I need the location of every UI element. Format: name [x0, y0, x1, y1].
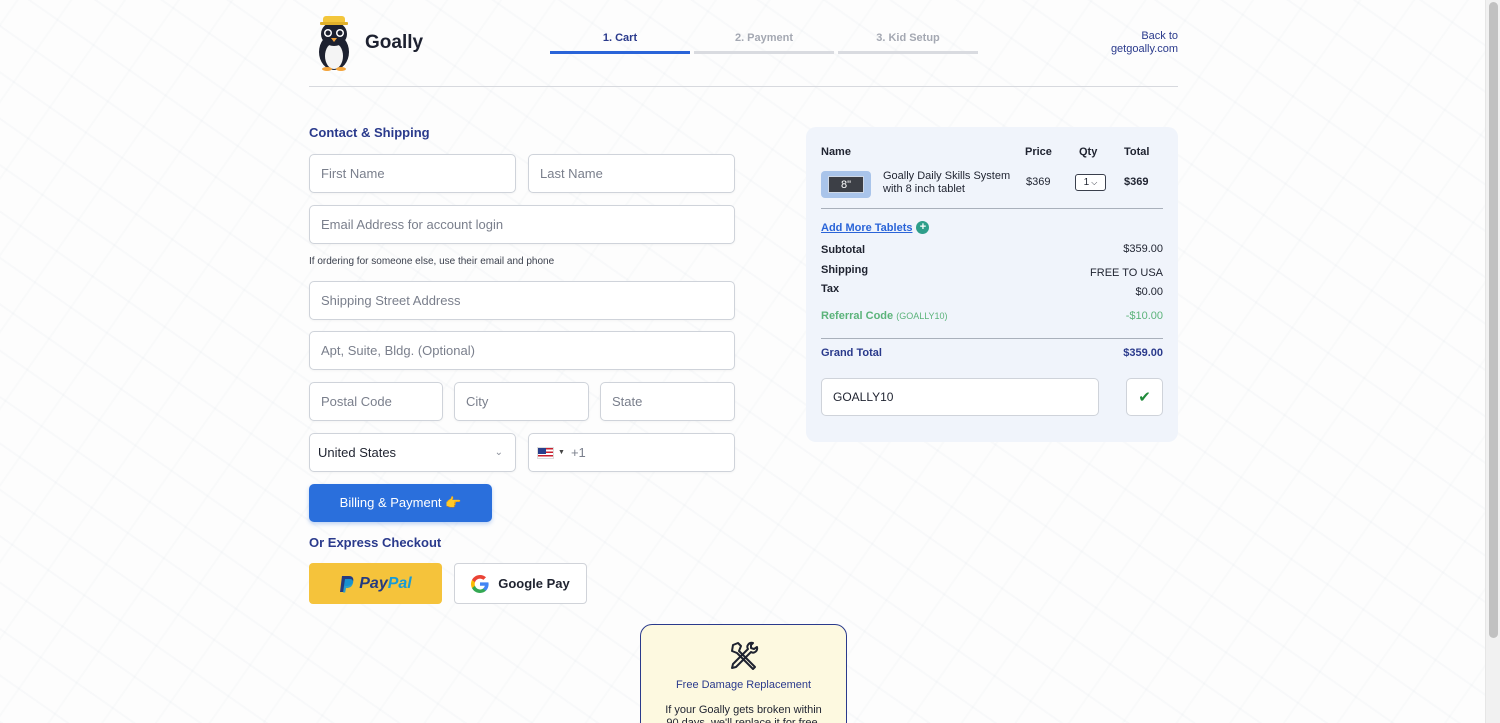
paypal-button[interactable]: PayPal: [309, 563, 442, 604]
quantity-select[interactable]: 1 ⌵: [1075, 174, 1106, 191]
postal-code-input[interactable]: Postal Code: [309, 382, 443, 421]
postal-placeholder: Postal Code: [321, 394, 392, 409]
step-payment[interactable]: 2. Payment: [694, 32, 834, 54]
subtotal-label: Subtotal: [821, 244, 865, 256]
shipping-label: Shipping: [821, 264, 869, 276]
col-header-name: Name: [821, 146, 851, 158]
product-price: $369: [1026, 176, 1051, 188]
us-flag-icon: [537, 446, 554, 459]
tablet-thumbnail: 8": [821, 171, 871, 198]
state-input[interactable]: State: [600, 382, 735, 421]
tools-icon: [731, 641, 759, 670]
step-progress-bar: [694, 51, 834, 54]
street-placeholder: Shipping Street Address: [321, 293, 461, 308]
city-input[interactable]: City: [454, 382, 589, 421]
penguin-mascot-icon: [319, 16, 349, 71]
paypal-wordmark-pay: Pay: [359, 574, 388, 592]
checkout-steps: 1. Cart 2. Payment 3. Kid Setup: [550, 32, 978, 54]
phone-prefix: +1: [570, 445, 586, 460]
apt-suite-input[interactable]: Apt, Suite, Bldg. (Optional): [309, 331, 735, 370]
back-link-line2: getgoally.com: [1110, 43, 1178, 55]
damage-replacement-body: If your Goally gets broken within 90 day…: [665, 704, 822, 723]
back-to-site-link[interactable]: Back to getgoally.com: [1111, 30, 1178, 56]
col-header-qty: Qty: [1079, 146, 1098, 158]
back-link-line1: Back to: [1141, 30, 1178, 42]
col-header-price: Price: [1025, 146, 1052, 158]
step-kid-setup[interactable]: 3. Kid Setup: [838, 32, 978, 54]
subtotal-value: $359.00: [1123, 243, 1163, 255]
first-name-placeholder: First Name: [321, 166, 385, 181]
street-address-input[interactable]: Shipping Street Address: [309, 281, 735, 320]
chevron-down-icon: ⌄: [494, 447, 503, 458]
paypal-logo-icon: [340, 575, 354, 592]
shipping-value: FREE TO USA: [1090, 267, 1163, 279]
google-logo-icon: [471, 574, 489, 593]
order-summary: Name Price Qty Total 8" Goally Daily Ski…: [806, 127, 1178, 442]
quantity-value: 1: [1083, 177, 1090, 188]
contact-shipping-form: Contact & Shipping First Name Last Name …: [309, 125, 735, 604]
add-more-tablets[interactable]: Add More Tablets +: [821, 221, 930, 234]
chevron-down-icon: ⌵: [1091, 177, 1098, 187]
promo-code-value: GOALLY10: [833, 390, 894, 404]
promo-code-input[interactable]: GOALLY10: [821, 378, 1099, 416]
tax-label: Tax: [821, 283, 840, 295]
damage-replacement-title: Free Damage Replacement: [675, 679, 812, 691]
apply-promo-button[interactable]: ✔: [1126, 378, 1163, 416]
page-scrollbar[interactable]: [1485, 0, 1500, 723]
tax-value: $0.00: [1135, 286, 1163, 298]
phone-input[interactable]: ▼ +1: [528, 433, 735, 472]
country-select[interactable]: United States ⌄: [309, 433, 516, 472]
divider: [821, 208, 1163, 209]
step-progress-bar: [838, 51, 978, 54]
express-checkout-title: Or Express Checkout: [309, 535, 442, 550]
paypal-wordmark: PayPal: [359, 575, 411, 593]
logo[interactable]: Goally: [309, 14, 423, 72]
step-label: 1. Cart: [602, 32, 638, 44]
email-placeholder: Email Address for account login: [321, 217, 504, 232]
scrollbar-thumb[interactable]: [1489, 2, 1498, 638]
step-label: 2. Payment: [734, 32, 794, 44]
last-name-input[interactable]: Last Name: [528, 154, 735, 193]
product-total: $369: [1124, 176, 1149, 188]
email-input[interactable]: Email Address for account login: [309, 205, 735, 244]
plus-circle-icon[interactable]: +: [916, 221, 930, 234]
state-placeholder: State: [612, 394, 643, 409]
billing-payment-button[interactable]: Billing & Payment 👉: [309, 484, 492, 522]
referral-discount: -$10.00: [1125, 310, 1163, 322]
apt-placeholder: Apt, Suite, Bldg. (Optional): [321, 343, 475, 358]
add-more-tablets-link[interactable]: Add More Tablets: [821, 222, 912, 234]
check-icon: ✔: [1138, 389, 1151, 406]
billing-payment-label: Billing & Payment 👉: [339, 495, 462, 510]
google-pay-label: Google Pay: [498, 576, 570, 591]
referral-label-text: Referral Code: [821, 310, 894, 322]
grand-total-label: Grand Total: [821, 347, 882, 359]
first-name-input[interactable]: First Name: [309, 154, 516, 193]
checkout-container: Goally 1. Cart 2. Payment 3. Kid Setup B…: [309, 0, 1178, 723]
tablet-size-label: 8": [828, 176, 864, 193]
caret-down-icon: ▼: [558, 449, 565, 456]
product-name: Goally Daily Skills System with 8 inch t…: [883, 170, 1011, 195]
country-code-picker[interactable]: ▼: [537, 446, 565, 459]
header: Goally 1. Cart 2. Payment 3. Kid Setup B…: [309, 0, 1178, 87]
referral-code: (GOALLY10): [896, 311, 948, 321]
last-name-placeholder: Last Name: [540, 166, 603, 181]
section-title: Contact & Shipping: [309, 125, 430, 140]
country-value: United States: [318, 445, 397, 460]
referral-code-label: Referral Code (GOALLY10): [821, 310, 948, 322]
col-header-total: Total: [1124, 146, 1150, 158]
step-label: 3. Kid Setup: [876, 32, 940, 44]
brand-name: Goally: [365, 32, 424, 53]
paypal-wordmark-pal: Pal: [387, 574, 412, 592]
google-pay-button[interactable]: Google Pay: [454, 563, 587, 604]
step-cart[interactable]: 1. Cart: [550, 32, 690, 54]
divider: [821, 338, 1163, 339]
damage-replacement-card: Free Damage Replacement If your Goally g…: [640, 624, 847, 723]
step-progress-bar: [550, 51, 690, 54]
city-placeholder: City: [466, 394, 489, 409]
grand-total-value: $359.00: [1123, 347, 1163, 359]
email-hint: If ordering for someone else, use their …: [309, 256, 555, 267]
